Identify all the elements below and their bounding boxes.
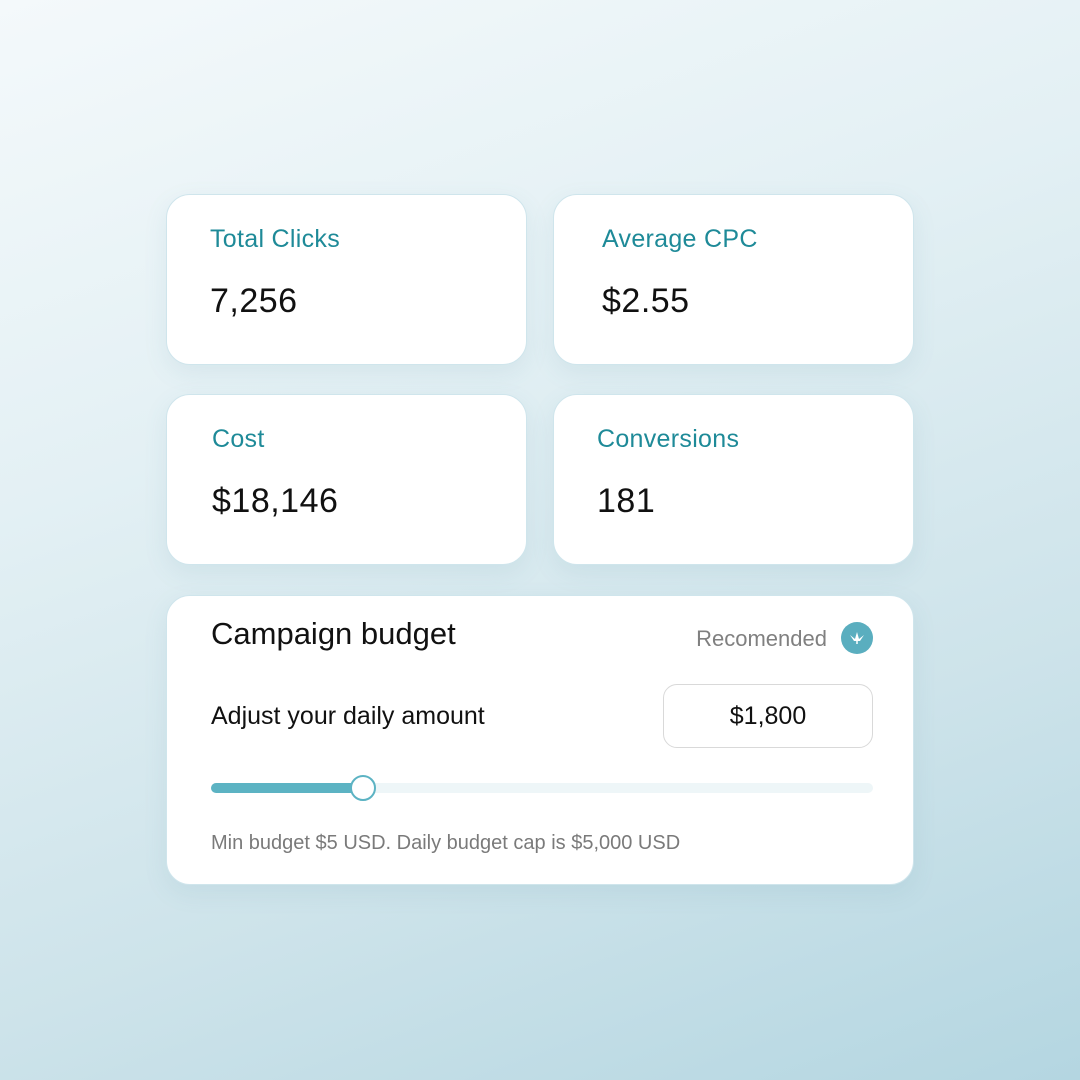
campaign-budget-card: Campaign budget Recomended Adjust your d… [166, 595, 914, 885]
budget-title: Campaign budget [211, 616, 456, 651]
budget-slider[interactable] [211, 775, 873, 801]
stat-value: 7,256 [210, 282, 298, 320]
stat-label: Average CPC [602, 225, 758, 253]
bird-icon-graphic [850, 632, 864, 644]
stat-label: Conversions [597, 425, 740, 453]
adjust-daily-amount-label: Adjust your daily amount [211, 702, 485, 730]
stat-value: $2.55 [602, 282, 690, 320]
slider-thumb[interactable] [350, 775, 377, 801]
stat-label: Cost [212, 425, 265, 453]
slider-fill [211, 783, 364, 793]
stat-card-conversions: Conversions 181 [553, 394, 914, 565]
stat-value: $18,146 [212, 482, 339, 520]
bird-icon [841, 622, 873, 654]
budget-hint: Min budget $5 USD. Daily budget cap is $… [211, 832, 681, 854]
stat-value: 181 [597, 482, 656, 520]
stat-card-total-clicks: Total Clicks 7,256 [166, 194, 527, 365]
stat-card-cost: Cost $18,146 [166, 394, 527, 565]
stat-card-average-cpc: Average CPC $2.55 [553, 194, 914, 365]
daily-amount-input[interactable] [663, 684, 873, 748]
recommended-label: Recomended [696, 626, 827, 651]
stat-label: Total Clicks [210, 225, 341, 253]
